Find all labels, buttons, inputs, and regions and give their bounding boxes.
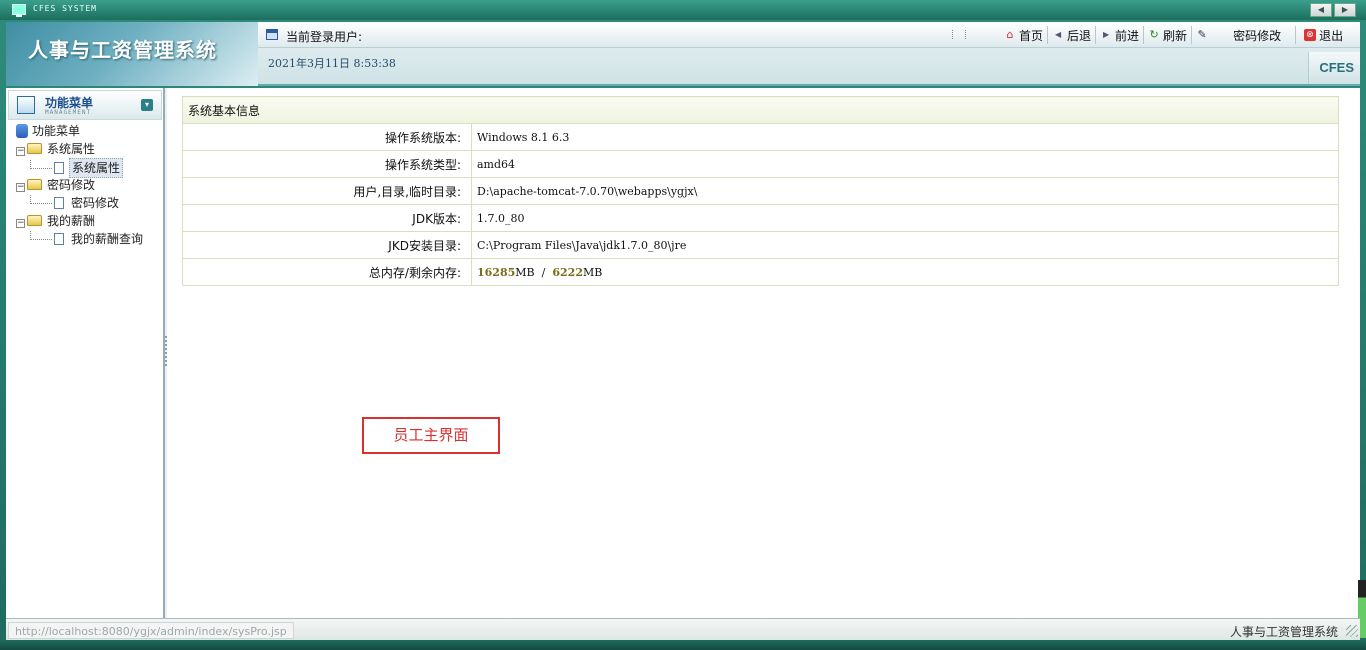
- status-url: http://localhost:8080/ygjx/admin/index/s…: [8, 622, 294, 639]
- sidebar: 功能菜单 MANAGEMENT ▾ 功能菜单 − 系统属性 系统属性 − 密码修改 …: [6, 88, 164, 618]
- window-nav-buttons: ◀ ▶: [1310, 3, 1356, 17]
- row-key: JKD安装目录:: [182, 231, 472, 259]
- window-next-button[interactable]: ▶: [1334, 3, 1356, 17]
- edit-icon: ✎: [1197, 28, 1207, 41]
- monitor-icon: [12, 4, 26, 17]
- refresh-icon: ↻: [1149, 28, 1159, 41]
- toolbar-divider: [952, 30, 966, 39]
- tree-group-salary[interactable]: − 我的薪酬: [16, 212, 145, 230]
- home-button[interactable]: ⌂ 首页: [1000, 26, 1049, 44]
- table-row: 操作系统类型: amd64: [182, 150, 1339, 178]
- page-icon: [54, 233, 64, 245]
- table-title: 系统基本信息: [182, 96, 1339, 124]
- refresh-button[interactable]: ↻ 刷新: [1144, 26, 1193, 44]
- logout-button[interactable]: ⊗ 退出: [1296, 26, 1347, 44]
- table-row: 操作系统版本: Windows 8.1 6.3: [182, 123, 1339, 151]
- tree-item-salary-query[interactable]: 我的薪酬查询: [16, 230, 145, 248]
- folder-icon: [27, 179, 42, 190]
- cfes-logo: CFES: [1308, 52, 1360, 84]
- tree-group-system[interactable]: − 系统属性: [16, 140, 145, 158]
- row-key: 操作系统版本:: [182, 123, 472, 151]
- user-bar: 当前登录用户: ⌂ 首页 ◀ 后退 ▶ 前进 ↻ 刷新 ✎ 密码修改 ⊗ 退出: [258, 22, 1360, 48]
- sidebar-subtitle: MANAGEMENT: [45, 109, 92, 116]
- free-memory: 6222: [552, 265, 583, 279]
- tree-root[interactable]: 功能菜单: [16, 122, 145, 140]
- tree-item-system-properties[interactable]: 系统属性: [16, 158, 145, 178]
- forward-button[interactable]: ▶ 前进: [1096, 26, 1145, 44]
- row-key: 操作系统类型:: [182, 150, 472, 178]
- brand-banner: 人事与工资管理系统: [6, 22, 258, 86]
- collapse-toggle-icon[interactable]: −: [16, 147, 25, 156]
- row-key: 总内存/剩余内存:: [182, 258, 472, 286]
- annotation-label: 员工主界面: [362, 417, 500, 454]
- row-key: JDK版本:: [182, 204, 472, 232]
- collapse-menu-button[interactable]: ▾: [141, 99, 153, 111]
- table-row: JDK版本: 1.7.0_80: [182, 204, 1339, 232]
- brand-title: 人事与工资管理系统: [28, 38, 217, 62]
- system-info-table: 系统基本信息 操作系统版本: Windows 8.1 6.3 操作系统类型: a…: [182, 96, 1339, 286]
- back-button[interactable]: ◀ 后退: [1048, 26, 1097, 44]
- memory-unit: MB: [515, 265, 535, 279]
- app-window: CFES SYSTEM ◀ ▶ 人事与工资管理系统 当前登录用户: ⌂ 首页 ◀…: [0, 0, 1366, 650]
- status-bar: http://localhost:8080/ygjx/admin/index/s…: [6, 618, 1360, 640]
- user-icon: [16, 124, 28, 138]
- title-bar: CFES SYSTEM ◀ ▶: [0, 0, 1366, 20]
- main-content: 系统基本信息 操作系统版本: Windows 8.1 6.3 操作系统类型: a…: [167, 88, 1360, 618]
- page-icon: [54, 162, 64, 174]
- memory-value: 16285MB / 6222MB: [471, 258, 1339, 286]
- change-password-button[interactable]: 密码修改: [1215, 26, 1297, 44]
- row-value: D:\apache-tomcat-7.0.70\webapps\ygjx\: [471, 177, 1339, 205]
- row-key: 用户,目录,临时目录:: [182, 177, 472, 205]
- collapse-toggle-icon[interactable]: −: [16, 183, 25, 192]
- row-value: 1.7.0_80: [471, 204, 1339, 232]
- menu-icon: [17, 96, 35, 114]
- window-title: CFES SYSTEM: [33, 4, 97, 13]
- bottom-frame: [0, 640, 1366, 650]
- back-icon: ◀: [1054, 30, 1062, 39]
- memory-unit: MB: [582, 265, 603, 279]
- edit-icon-button[interactable]: ✎: [1192, 26, 1215, 44]
- current-datetime: 2021年3月11日 8:53:38: [268, 57, 396, 70]
- table-header-row: 系统基本信息: [182, 96, 1339, 124]
- menu-tree: 功能菜单 − 系统属性 系统属性 − 密码修改 密码修改 − 我的薪酬 我的薪酬查询: [16, 122, 145, 248]
- user-window-icon: [266, 29, 278, 40]
- table-row-memory: 总内存/剩余内存: 16285MB / 6222MB: [182, 258, 1339, 286]
- folder-icon: [27, 143, 42, 154]
- folder-icon: [27, 215, 42, 226]
- resize-grip-icon[interactable]: [1346, 625, 1358, 637]
- header: 人事与工资管理系统 当前登录用户: ⌂ 首页 ◀ 后退 ▶ 前进 ↻ 刷新 ✎ …: [6, 22, 1360, 86]
- home-icon: ⌂: [1006, 28, 1014, 41]
- tree-item-change-password[interactable]: 密码修改: [16, 194, 145, 212]
- page-icon: [54, 197, 64, 209]
- tree-group-password[interactable]: − 密码修改: [16, 176, 145, 194]
- toolbar: ⌂ 首页 ◀ 后退 ▶ 前进 ↻ 刷新 ✎ 密码修改 ⊗ 退出: [1000, 26, 1347, 44]
- forward-icon: ▶: [1102, 30, 1110, 39]
- row-value: C:\Program Files\Java\jdk1.7.0_80\jre: [471, 231, 1339, 259]
- row-value: amd64: [471, 150, 1339, 178]
- memory-separator: /: [541, 265, 546, 279]
- exit-icon: ⊗: [1304, 29, 1317, 41]
- table-row: JKD安装目录: C:\Program Files\Java\jdk1.7.0_…: [182, 231, 1339, 259]
- status-app-name: 人事与工资管理系统: [1229, 625, 1338, 639]
- table-row: 用户,目录,临时目录: D:\apache-tomcat-7.0.70\weba…: [182, 177, 1339, 205]
- window-prev-button[interactable]: ◀: [1310, 3, 1332, 17]
- row-value: Windows 8.1 6.3: [471, 123, 1339, 151]
- sidebar-header: 功能菜单 MANAGEMENT ▾: [8, 90, 162, 120]
- total-memory: 16285: [477, 265, 516, 279]
- collapse-toggle-icon[interactable]: −: [16, 219, 25, 228]
- current-user-label: 当前登录用户:: [286, 30, 363, 44]
